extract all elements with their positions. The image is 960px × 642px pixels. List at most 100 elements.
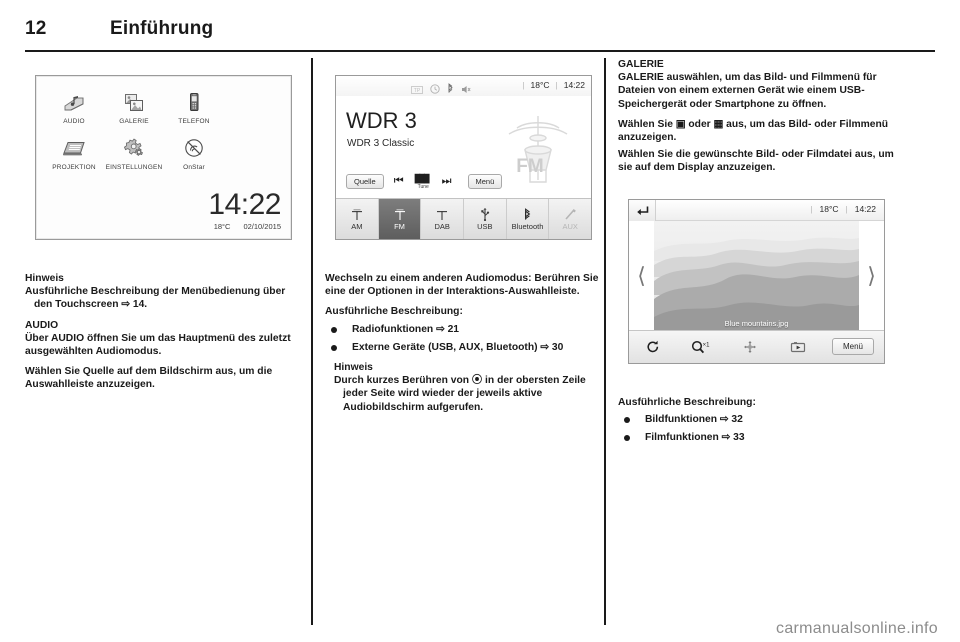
column-middle: TP | 18°C | 14:22 WDR 3 WDR 3 Classic FM… xyxy=(325,58,602,421)
site-watermark: carmanualsonline.info xyxy=(776,620,938,637)
gallery-viewer: ⟨ Blue mountains.jpg ⟩ xyxy=(629,220,884,331)
home-app-label: PROJEKTION xyxy=(52,164,96,171)
list-item-text: Filmfunktionen ⇨ 33 xyxy=(645,432,745,444)
home-app-grid: AUDIO GALERIE TELEFON PROJEKTION EINSTEL… xyxy=(44,86,224,171)
home-app-onstar[interactable]: OnStar xyxy=(164,132,224,171)
antenna-icon xyxy=(435,208,449,221)
svg-text:×1: ×1 xyxy=(703,342,711,348)
zoom-icon[interactable]: ×1 xyxy=(677,340,725,354)
rotate-icon[interactable] xyxy=(629,340,677,354)
left-note-text: Ausführliche Beschreibung der Menübedien… xyxy=(25,286,286,311)
bullet-icon xyxy=(624,416,630,423)
radio-status-bar: TP | 18°C | 14:22 xyxy=(336,76,591,96)
svg-text:TP: TP xyxy=(414,88,421,94)
home-app-audio[interactable]: AUDIO xyxy=(44,86,104,125)
gallery-toolbar: ×1 Menü xyxy=(629,329,884,363)
chevron-left-icon[interactable]: ⟨ xyxy=(629,221,654,331)
list-item: Externe Geräte (USB, AUX, Bluetooth) ⇨ 3… xyxy=(325,341,602,354)
column-right: GALERIE GALERIE auswählen, um das Bild- … xyxy=(618,58,895,451)
home-app-label: EINSTELLUNGEN xyxy=(105,164,163,171)
audio-icon xyxy=(44,88,104,117)
chevron-right-icon[interactable]: ⟩ xyxy=(859,221,884,331)
tab-bluetooth[interactable]: Bluetooth xyxy=(507,199,550,239)
home-app-label: GALERIE xyxy=(119,118,149,125)
list-item: Filmfunktionen ⇨ 33 xyxy=(618,431,895,444)
left-note-heading: Hinweis xyxy=(25,273,64,284)
gallery-menu-label: Menü xyxy=(831,338,874,356)
home-app-einstellungen[interactable]: EINSTELLUNGEN xyxy=(104,132,164,171)
tune-label: Tune xyxy=(417,183,429,190)
tab-label: USB xyxy=(477,221,493,231)
home-app-label: TELEFON xyxy=(178,118,210,125)
right-paragraph-4: Ausführliche Beschreibung: xyxy=(618,396,756,408)
column-left: AUDIO GALERIE TELEFON PROJEKTION EINSTEL… xyxy=(25,58,302,399)
radio-controls: Quelle ⏮ ███ Tune ⏭ Menü xyxy=(346,174,503,190)
gallery-temperature: 18°C xyxy=(819,203,839,214)
radio-menu-button[interactable]: Menü xyxy=(467,174,503,189)
bluetooth-icon xyxy=(523,207,532,221)
station-name: WDR 3 xyxy=(346,108,417,133)
tab-fm[interactable]: FM xyxy=(378,199,422,239)
home-app-label: AUDIO xyxy=(63,118,85,125)
photo-preview[interactable]: Blue mountains.jpg xyxy=(654,220,859,331)
gallery-screen-figure: | 18°C | 14:22 ⟨ Blue mountains.jpg ⟩ ×1… xyxy=(618,181,895,386)
right-paragraph-1: GALERIE auswählen, um das Bild- und Film… xyxy=(618,72,877,110)
back-arrow-icon[interactable] xyxy=(629,199,656,221)
radio-screen-figure: TP | 18°C | 14:22 WDR 3 WDR 3 Classic FM… xyxy=(325,58,602,262)
tab-label: Bluetooth xyxy=(511,221,544,231)
photo-caption: Blue mountains.jpg xyxy=(724,318,789,328)
status-separator: | xyxy=(522,80,525,90)
home-app-galerie[interactable]: GALERIE xyxy=(104,86,164,125)
infotainment-radio-screen[interactable]: TP | 18°C | 14:22 WDR 3 WDR 3 Classic FM… xyxy=(335,75,592,240)
gallery-status-bar: | 18°C | 14:22 xyxy=(629,199,884,221)
radio-main-area: WDR 3 WDR 3 Classic FM Quelle ⏮ ███ Tune… xyxy=(336,96,591,199)
status-separator: | xyxy=(845,203,848,214)
right-list: Bildfunktionen ⇨ 32 Filmfunktionen ⇨ 33 xyxy=(618,413,895,444)
skip-previous-icon[interactable]: ⏮ xyxy=(394,176,404,187)
middle-list: Radiofunktionen ⇨ 21 Externe Geräte (USB… xyxy=(325,323,602,354)
antenna-icon xyxy=(350,208,364,221)
infotainment-home-screen[interactable]: AUDIO GALERIE TELEFON PROJEKTION EINSTEL… xyxy=(35,75,292,240)
tab-dab[interactable]: DAB xyxy=(421,199,465,239)
bullet-icon xyxy=(331,326,337,333)
radio-temperature: 18°C xyxy=(530,80,550,90)
onstar-icon xyxy=(164,134,224,163)
svg-text:FM: FM xyxy=(516,156,543,177)
infotainment-gallery-screen[interactable]: | 18°C | 14:22 ⟨ Blue mountains.jpg ⟩ ×1… xyxy=(628,198,885,364)
middle-note-text: Durch kurzes Berühren von ⦿ in der obers… xyxy=(334,375,586,413)
home-app-telefon[interactable]: TELEFON xyxy=(164,86,224,125)
middle-note-heading: Hinweis xyxy=(334,362,373,374)
usb-icon xyxy=(480,207,490,221)
pan-icon[interactable] xyxy=(726,340,774,354)
tab-usb[interactable]: USB xyxy=(464,199,507,239)
gallery-icon xyxy=(104,88,164,117)
tab-aux[interactable]: AUX xyxy=(549,199,591,239)
tab-label: FM xyxy=(394,221,405,231)
slideshow-icon[interactable] xyxy=(774,340,822,354)
tab-am[interactable]: AM xyxy=(336,199,379,239)
chapter-title: Einführung xyxy=(110,18,214,39)
skip-next-icon[interactable]: ⏭ xyxy=(442,176,452,187)
radio-source-tabs: AM FM DAB USB Bluetooth AUX xyxy=(336,198,591,239)
home-app-projektion[interactable]: PROJEKTION xyxy=(44,132,104,171)
left-audio-paragraph-1: Über AUDIO öffnen Sie um das Hauptmenü d… xyxy=(25,332,291,358)
middle-paragraph-2: Ausführliche Beschreibung: xyxy=(325,306,463,318)
list-item-text: Radiofunktionen ⇨ 21 xyxy=(352,323,460,335)
status-separator: | xyxy=(810,203,813,214)
home-screen-figure: AUDIO GALERIE TELEFON PROJEKTION EINSTEL… xyxy=(25,58,302,262)
radio-time: 14:22 xyxy=(563,80,585,90)
status-separator: | xyxy=(555,80,558,90)
tune-icon[interactable]: ███ Tune xyxy=(414,174,432,190)
gallery-menu-button[interactable]: Menü xyxy=(822,338,884,356)
projection-icon xyxy=(44,134,104,163)
right-paragraph-3: Wählen Sie die gewünschte Bild- oder Fil… xyxy=(618,149,894,174)
left-audio-paragraph-2: Wählen Sie Quelle auf dem Bildschirm aus… xyxy=(25,366,273,391)
left-audio-heading: AUDIO xyxy=(25,319,59,331)
settings-gears-icon xyxy=(104,134,164,163)
list-item: Radiofunktionen ⇨ 21 xyxy=(325,323,602,336)
home-temperature: 18°C xyxy=(213,222,231,231)
column-divider-1 xyxy=(311,58,313,625)
source-button[interactable]: Quelle xyxy=(346,174,384,189)
middle-paragraph-1: Wechseln zu einem anderen Audiomodus: Be… xyxy=(325,273,599,298)
home-time: 14:22 xyxy=(208,188,281,221)
